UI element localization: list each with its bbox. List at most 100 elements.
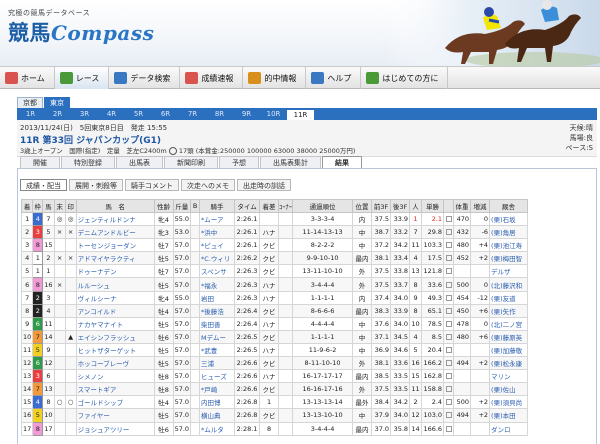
cell-horse-name[interactable]: スマートギア bbox=[75, 382, 155, 397]
checkbox-icon[interactable] bbox=[445, 255, 452, 262]
site-logo[interactable]: 競馬Compass bbox=[8, 17, 154, 47]
cell-check-box[interactable] bbox=[443, 238, 455, 253]
tab-next-race-memo[interactable]: 次走へのメモ bbox=[181, 179, 235, 191]
cell-horse-name[interactable]: シメノン bbox=[75, 369, 155, 384]
nav-home[interactable]: ホーム bbox=[0, 67, 55, 89]
tab-kaisai[interactable]: 開催 bbox=[20, 156, 60, 168]
cell-check-box[interactable] bbox=[443, 369, 455, 384]
tab-results[interactable]: 結果 bbox=[322, 156, 362, 168]
race-tab[interactable]: 7R bbox=[179, 110, 206, 118]
col-header-horse-name[interactable]: 馬 名 bbox=[75, 199, 155, 213]
cell-jockey[interactable]: スペンサ bbox=[199, 264, 236, 279]
cell-jockey[interactable]: 柴田善 bbox=[199, 316, 236, 331]
cell-horse-name[interactable]: ホッコーブレーヴ bbox=[75, 356, 155, 371]
tab-entries-summary[interactable]: 出馬表集計 bbox=[260, 156, 321, 168]
col-header-time[interactable]: タイム bbox=[234, 199, 261, 213]
nav-data-search[interactable]: データ検索 bbox=[109, 67, 181, 89]
nav-beginner[interactable]: はじめての方に bbox=[361, 67, 449, 89]
race-tab[interactable]: 5R bbox=[125, 110, 152, 118]
col-header-check[interactable] bbox=[443, 199, 455, 213]
checkbox-icon[interactable] bbox=[445, 346, 452, 353]
cell-trainer[interactable]: (栗)本田 bbox=[489, 408, 529, 423]
cell-check-box[interactable] bbox=[443, 395, 455, 410]
cell-jockey[interactable]: *C.ウィリ bbox=[199, 251, 236, 266]
cell-check-box[interactable] bbox=[443, 421, 455, 436]
col-header-weight-carried[interactable]: 斤量 bbox=[172, 199, 192, 213]
race-tab[interactable]: 9R bbox=[233, 110, 260, 118]
cell-horse-name[interactable]: エイシンフラッシュ bbox=[75, 329, 155, 344]
cell-check-box[interactable] bbox=[443, 316, 455, 331]
checkbox-icon[interactable] bbox=[445, 333, 452, 340]
cell-check-box[interactable] bbox=[443, 225, 455, 240]
cell-check-box[interactable] bbox=[443, 277, 455, 292]
checkbox-icon[interactable] bbox=[445, 373, 452, 380]
venue-tab-tokyo[interactable]: 東京 bbox=[44, 97, 70, 108]
cell-horse-name[interactable]: ジェンティルドンナ bbox=[75, 211, 155, 227]
cell-check-box[interactable] bbox=[443, 408, 455, 423]
cell-horse-name[interactable]: ナカヤマナイト bbox=[75, 316, 155, 331]
nav-hit-info[interactable]: 的中情報 bbox=[243, 67, 307, 89]
cell-jockey[interactable]: ヒューズ bbox=[199, 369, 236, 384]
checkbox-icon[interactable] bbox=[445, 425, 452, 432]
cell-trainer[interactable]: ダンロ bbox=[489, 421, 529, 436]
cell-trainer[interactable]: (栗)池江寿 bbox=[489, 238, 529, 253]
checkbox-icon[interactable] bbox=[445, 268, 452, 275]
cell-check-box[interactable] bbox=[443, 251, 455, 266]
venue-tab-kyoto[interactable]: 京都 bbox=[17, 97, 43, 108]
cell-jockey[interactable]: 岩田 bbox=[199, 290, 236, 305]
col-header-last-3f[interactable]: 後3F bbox=[390, 199, 411, 213]
cell-trainer[interactable]: (栗)角居 bbox=[489, 225, 529, 240]
tab-results-payout[interactable]: 成績・配当 bbox=[20, 179, 67, 191]
race-tab[interactable]: 3R bbox=[71, 110, 98, 118]
cell-horse-name[interactable]: ドゥーナデン bbox=[75, 264, 155, 279]
checkbox-icon[interactable] bbox=[445, 399, 452, 406]
race-tab[interactable]: 8R bbox=[206, 110, 233, 118]
cell-horse-name[interactable]: ヒットザターゲット bbox=[75, 342, 155, 358]
cell-horse-name[interactable]: ルルーシュ bbox=[75, 277, 155, 292]
cell-check-box[interactable] bbox=[443, 303, 455, 318]
cell-jockey[interactable]: *浜中 bbox=[199, 225, 236, 240]
cell-jockey[interactable]: *ムルタ bbox=[199, 421, 236, 436]
tab-entries[interactable]: 出馬表 bbox=[116, 156, 163, 168]
col-header-finish[interactable]: 着 bbox=[20, 199, 34, 213]
cell-horse-name[interactable]: アドマイヤラクティ bbox=[75, 251, 155, 266]
cell-jockey[interactable]: *武豊 bbox=[199, 342, 236, 358]
col-header-first-3f[interactable]: 前3F bbox=[371, 199, 392, 213]
cell-horse-name[interactable]: トーセンジョーダン bbox=[75, 238, 155, 253]
cell-trainer[interactable]: (栗)加藤敬 bbox=[489, 342, 529, 358]
checkbox-icon[interactable] bbox=[445, 412, 452, 419]
cell-check-box[interactable] bbox=[443, 329, 455, 344]
tab-race-development[interactable]: 展開・刺殺等 bbox=[69, 179, 123, 191]
cell-jockey[interactable]: *戸崎 bbox=[199, 382, 236, 397]
col-header-body-weight[interactable]: 体重 bbox=[453, 199, 472, 213]
cell-check-box[interactable] bbox=[443, 356, 455, 371]
cell-check-box[interactable] bbox=[443, 382, 455, 397]
col-header-margin[interactable]: 着差 bbox=[259, 199, 280, 213]
cell-horse-name[interactable]: ヴィルシーナ bbox=[75, 290, 155, 305]
checkbox-icon[interactable] bbox=[445, 281, 452, 288]
cell-trainer[interactable]: デルザ bbox=[489, 264, 529, 279]
nav-help[interactable]: ヘルプ bbox=[306, 67, 362, 89]
col-header-popularity[interactable]: 人 bbox=[409, 199, 423, 213]
col-header-passing-order[interactable]: 通過順位 bbox=[292, 199, 354, 213]
nav-results[interactable]: 成績速報 bbox=[180, 67, 244, 89]
col-header-trainer[interactable]: 厩舎 bbox=[489, 199, 529, 213]
race-tab[interactable]: 1R bbox=[17, 110, 44, 118]
checkbox-icon[interactable] bbox=[445, 320, 452, 327]
cell-jockey[interactable]: 内田博 bbox=[199, 395, 236, 410]
race-tab-active[interactable]: 11R bbox=[287, 109, 314, 120]
checkbox-icon[interactable] bbox=[445, 386, 452, 393]
cell-trainer[interactable]: (北)藤沢和 bbox=[489, 277, 529, 292]
checkbox-icon[interactable] bbox=[445, 294, 452, 301]
cell-jockey[interactable]: *ムーア bbox=[199, 211, 236, 227]
cell-trainer[interactable]: (栗)須貝尚 bbox=[489, 395, 529, 410]
cell-trainer[interactable]: マリン bbox=[489, 369, 529, 384]
cell-jockey[interactable]: 横山典 bbox=[199, 408, 236, 423]
cell-trainer[interactable]: (北)二ノ宮 bbox=[489, 316, 529, 331]
col-header-position[interactable]: 位置 bbox=[352, 199, 373, 213]
col-header-waku[interactable]: 枠 bbox=[32, 199, 44, 213]
cell-check-box[interactable] bbox=[443, 290, 455, 305]
race-tab[interactable]: 6R bbox=[152, 110, 179, 118]
cell-trainer[interactable]: (栗)藤原英 bbox=[489, 329, 529, 344]
tab-jockey-comment[interactable]: 騎手コメント bbox=[125, 179, 179, 191]
